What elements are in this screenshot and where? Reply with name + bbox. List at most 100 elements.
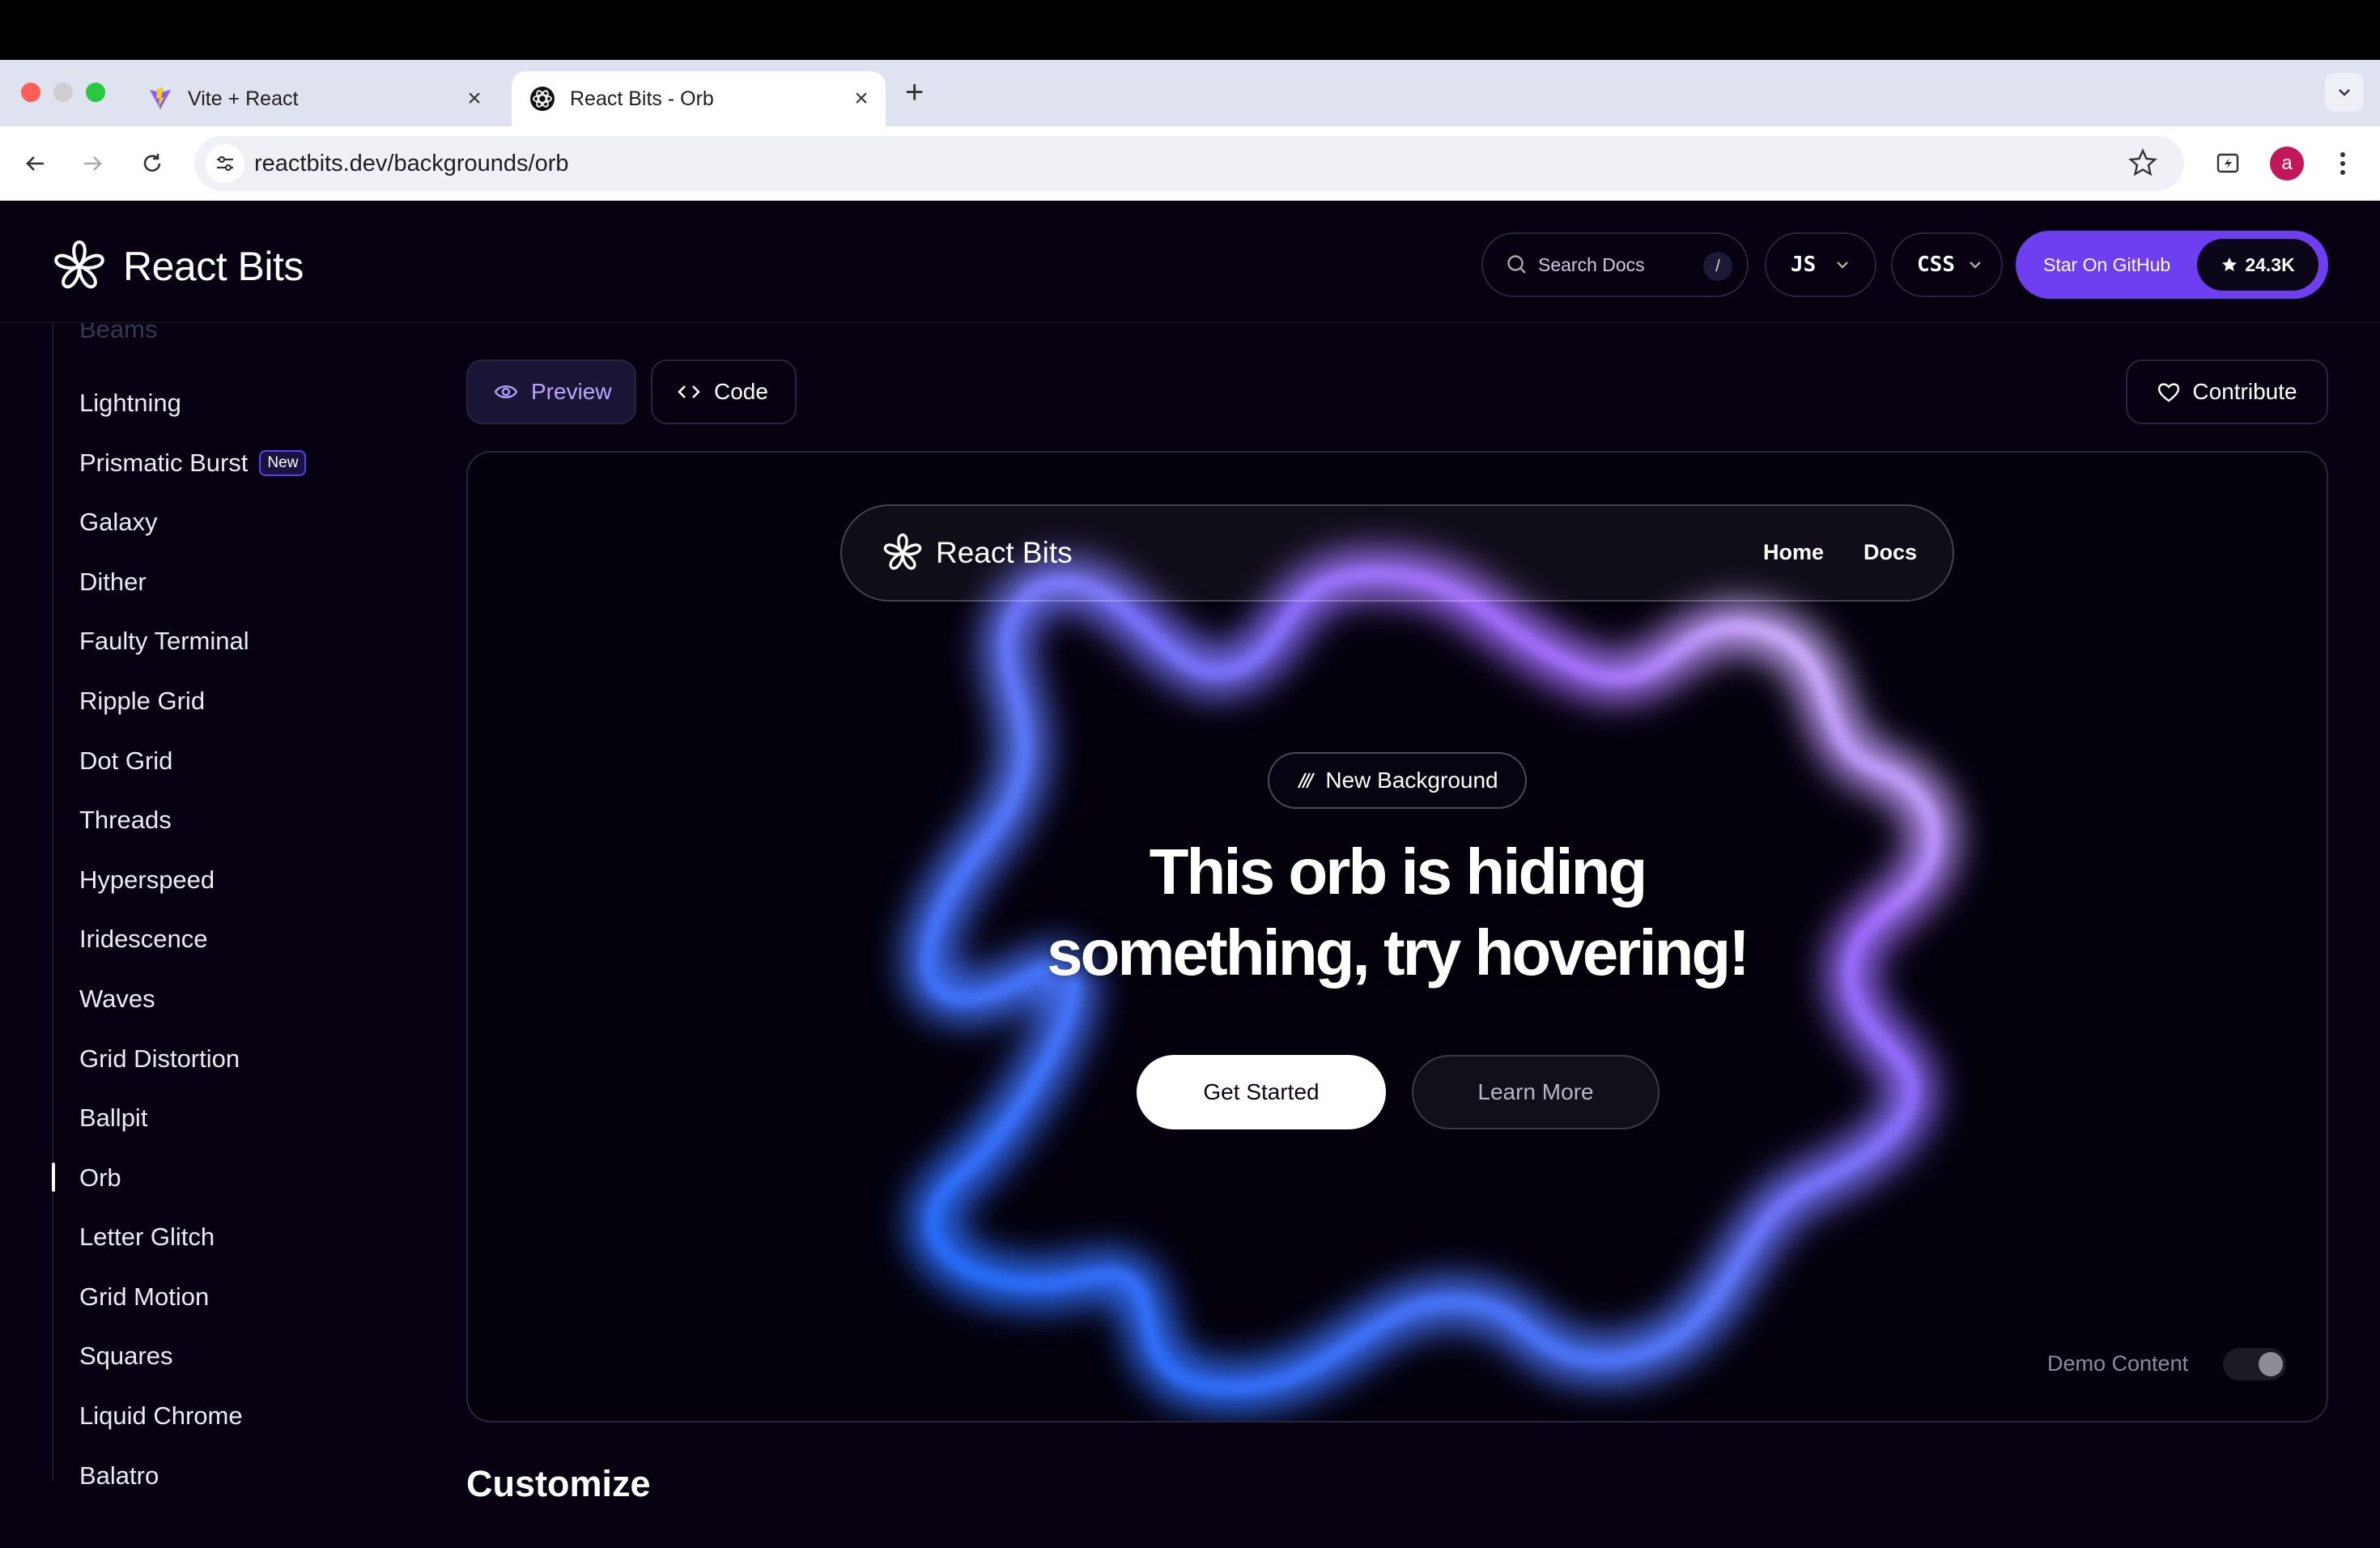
sidebar-item-dot-grid[interactable]: Dot Grid xyxy=(79,746,172,776)
url-text: reactbits.dev/backgrounds/orb xyxy=(254,151,569,176)
chevron-down-icon xyxy=(1970,262,1981,269)
demo-navbar: React Bits Home Docs xyxy=(840,504,1954,602)
tab-close-icon[interactable]: × xyxy=(847,84,876,113)
heart-icon xyxy=(2158,383,2180,402)
get-started-button[interactable]: Get Started xyxy=(1137,1055,1386,1129)
eye-icon xyxy=(494,385,518,398)
star-on-github-button[interactable]: Star On GitHub 24.3K xyxy=(2016,231,2328,299)
sidebar-item-orb[interactable]: Orb xyxy=(79,1163,121,1193)
vite-logo-icon xyxy=(147,86,173,112)
sidebar-item-faulty-terminal[interactable]: Faulty Terminal xyxy=(79,627,249,656)
sidebar-item-threads[interactable]: Threads xyxy=(79,806,172,835)
orb-preview[interactable]: React Bits Home Docs New Background This… xyxy=(466,451,2328,1423)
tab-title: Vite + React xyxy=(188,87,299,110)
new-background-badge: New Background xyxy=(1268,752,1527,809)
contribute-button[interactable]: Contribute xyxy=(2126,359,2328,424)
style-select[interactable]: CSS xyxy=(1891,232,2003,297)
search-icon xyxy=(1507,255,1526,274)
contribute-label: Contribute xyxy=(2192,379,2297,404)
star-icon xyxy=(2222,257,2238,271)
tab-close-icon[interactable]: × xyxy=(460,84,489,113)
sidebar-item-squares[interactable]: Squares xyxy=(79,1342,172,1371)
demo-headline: This orb is hiding something, try hoveri… xyxy=(912,831,1883,993)
sparkle-lines-icon xyxy=(1298,772,1315,789)
chevron-down-icon xyxy=(1837,262,1849,269)
extensions-button[interactable] xyxy=(2208,144,2247,183)
badge-label: New Background xyxy=(1325,768,1498,793)
sidebar-item-prismatic-burst[interactable]: Prismatic Burst New xyxy=(79,449,307,478)
site-header: React Bits Search Docs / JS CSS Star On … xyxy=(0,202,2380,323)
github-stars-value: 24.3K xyxy=(2245,253,2295,275)
search-placeholder: Search Docs xyxy=(1538,253,1645,275)
demo-content-toggle[interactable] xyxy=(2223,1348,2286,1380)
sidebar-item-lightning[interactable]: Lightning xyxy=(79,389,181,418)
tab-search-button[interactable] xyxy=(2325,73,2364,112)
reload-icon xyxy=(143,154,161,172)
react-bits-logo-icon xyxy=(54,240,104,289)
page-viewport: React Bits Search Docs / JS CSS Star On … xyxy=(0,202,2380,1548)
browser-toolbar: reactbits.dev/backgrounds/orb xyxy=(0,126,2380,201)
react-bits-logo-icon xyxy=(883,533,922,570)
headline-line-2: something, try hovering! xyxy=(1047,916,1750,989)
sidebar-item-label: Prismatic Burst xyxy=(79,449,249,477)
arrow-right-icon xyxy=(84,156,102,171)
sidebar-item-dither[interactable]: Dither xyxy=(79,568,147,597)
reload-button[interactable] xyxy=(133,144,172,183)
sidebar-item-ripple-grid[interactable]: Ripple Grid xyxy=(79,687,205,716)
toggle-knob xyxy=(2259,1352,2283,1376)
section-title-customize: Customize xyxy=(466,1463,651,1504)
site-logo[interactable]: React Bits xyxy=(50,237,304,296)
address-bar[interactable]: reactbits.dev/backgrounds/orb xyxy=(194,136,2184,191)
search-docs-button[interactable]: Search Docs / xyxy=(1481,232,1749,297)
tab-preview[interactable]: Preview xyxy=(466,359,636,424)
chevron-down-icon xyxy=(2339,89,2350,96)
demo-brand-name: React Bits xyxy=(936,536,1073,569)
sidebar-item-hyperspeed[interactable]: Hyperspeed xyxy=(79,865,215,895)
site-info-icon[interactable] xyxy=(206,144,244,183)
sidebar-item-grid-distortion[interactable]: Grid Distortion xyxy=(79,1044,240,1074)
more-vertical-icon xyxy=(2340,152,2345,175)
demo-nav-home[interactable]: Home xyxy=(1763,540,1824,565)
language-value: JS xyxy=(1791,253,1817,277)
window-zoom-button[interactable] xyxy=(86,83,105,102)
brand-name: React Bits xyxy=(123,244,304,289)
sidebar-item-galaxy[interactable]: Galaxy xyxy=(79,508,157,537)
sidebar-item-balatro[interactable]: Balatro xyxy=(79,1461,159,1491)
forward-button[interactable] xyxy=(73,144,112,183)
tab-title: React Bits - Orb xyxy=(570,87,714,110)
new-tab-button[interactable]: + xyxy=(905,76,924,108)
react-bits-favicon-icon xyxy=(529,86,555,112)
window-close-button[interactable] xyxy=(21,83,40,102)
tab-label: Code xyxy=(714,379,768,404)
browser-tab-vite[interactable]: Vite + React × xyxy=(130,71,499,126)
demo-nav-docs[interactable]: Docs xyxy=(1864,540,1917,565)
tab-code[interactable]: Code xyxy=(651,359,797,424)
sidebar-item-letter-glitch[interactable]: Letter Glitch xyxy=(79,1223,215,1252)
arrow-left-icon xyxy=(26,156,44,171)
bookmark-star-icon[interactable] xyxy=(2127,147,2158,182)
sidebar-rail xyxy=(52,323,53,1481)
extension-icon xyxy=(2216,153,2239,173)
profile-avatar[interactable]: a xyxy=(2270,147,2304,181)
sidebar-nav: Beams Lightning Prismatic Burst New Gala… xyxy=(52,315,424,1546)
style-value: CSS xyxy=(1917,253,1955,277)
learn-more-button[interactable]: Learn More xyxy=(1412,1055,1660,1129)
back-button[interactable] xyxy=(16,144,55,183)
screen-top-bar xyxy=(0,0,2380,60)
new-badge: New xyxy=(259,450,307,476)
tab-label: Preview xyxy=(531,379,612,404)
demo-brand[interactable]: React Bits xyxy=(881,531,1073,575)
sidebar-item-ballpit[interactable]: Ballpit xyxy=(79,1104,147,1133)
window-minimize-button[interactable] xyxy=(53,83,73,102)
headline-line-1: This orb is hiding xyxy=(1149,836,1648,908)
sidebar-item-iridescence[interactable]: Iridescence xyxy=(79,925,208,954)
sidebar-item-liquid-chrome[interactable]: Liquid Chrome xyxy=(79,1401,243,1431)
sidebar-item-grid-motion[interactable]: Grid Motion xyxy=(79,1282,209,1312)
sidebar-item-waves[interactable]: Waves xyxy=(79,985,155,1014)
active-item-indicator xyxy=(52,1163,55,1192)
code-icon xyxy=(678,385,700,398)
browser-menu-button[interactable] xyxy=(2323,144,2362,183)
language-select[interactable]: JS xyxy=(1765,232,1876,297)
github-star-count: 24.3K xyxy=(2197,239,2318,291)
browser-tab-react-bits[interactable]: React Bits - Orb × xyxy=(512,71,886,126)
